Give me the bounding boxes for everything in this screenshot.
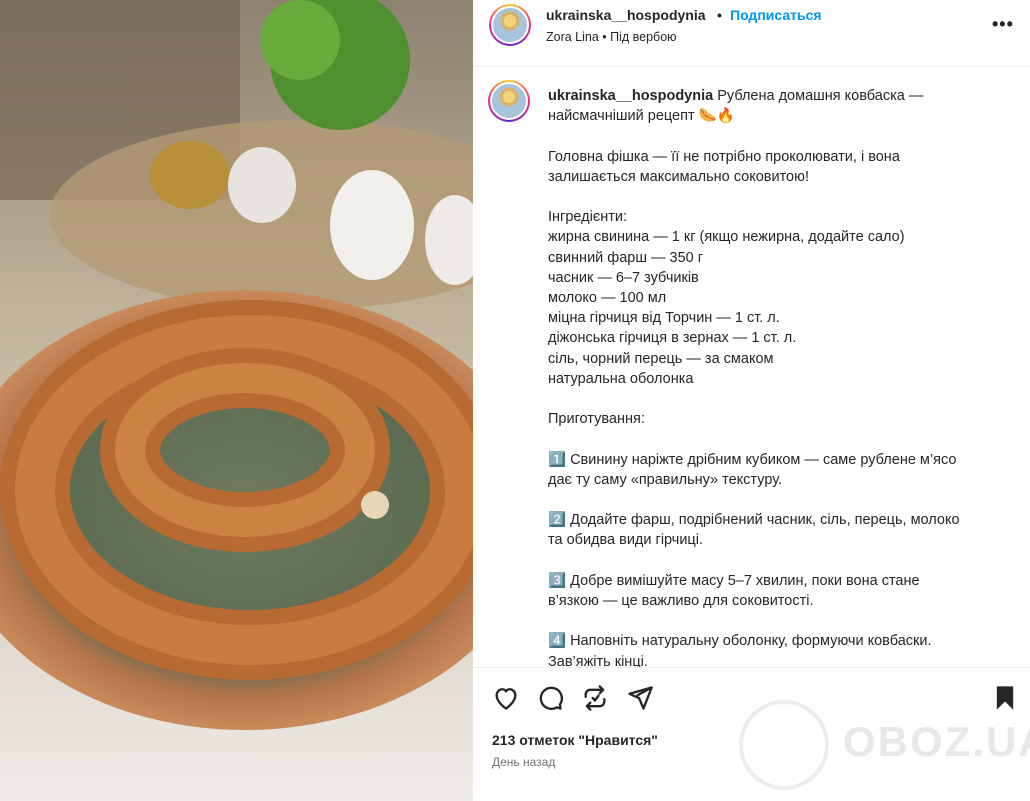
post-header: ukrainska__hospodynia • Подписаться Zora… [473,0,1030,67]
repost-icon[interactable] [581,684,609,712]
header-subtitle[interactable]: Zora Lina • Під вербою [546,30,677,44]
caption-area: ukrainska__hospodynia Рублена домашня ко… [473,67,1030,667]
watermark-text: OBOZ.UA [843,718,1030,765]
separator-dot: • [717,7,722,23]
share-icon[interactable] [626,684,654,712]
post-panel: ukrainska__hospodynia • Подписаться Zora… [473,0,1030,801]
post-time[interactable]: День назад [492,755,555,769]
caption-username[interactable]: ukrainska__hospodynia [548,88,713,104]
comment-icon[interactable] [536,684,564,712]
actions-bar: OBOZ.UA 213 отметок "Нравится" День наза… [473,667,1030,801]
avatar[interactable] [489,4,531,46]
sausage-image [0,0,473,801]
follow-button[interactable]: Подписаться [730,7,822,23]
caption-avatar[interactable] [488,80,530,122]
header-username[interactable]: ukrainska__hospodynia [546,7,706,23]
likes-count[interactable]: 213 отметок "Нравится" [492,732,658,748]
post-photo[interactable] [0,0,473,801]
caption-body: Рублена домашня ковбаска — найсмачніший … [548,88,960,667]
caption-text: ukrainska__hospodynia Рублена домашня ко… [548,86,1003,667]
heart-icon[interactable] [492,684,520,712]
watermark-logo [739,700,829,790]
more-options-icon[interactable]: ••• [992,14,1014,35]
bookmark-icon[interactable] [991,684,1019,712]
